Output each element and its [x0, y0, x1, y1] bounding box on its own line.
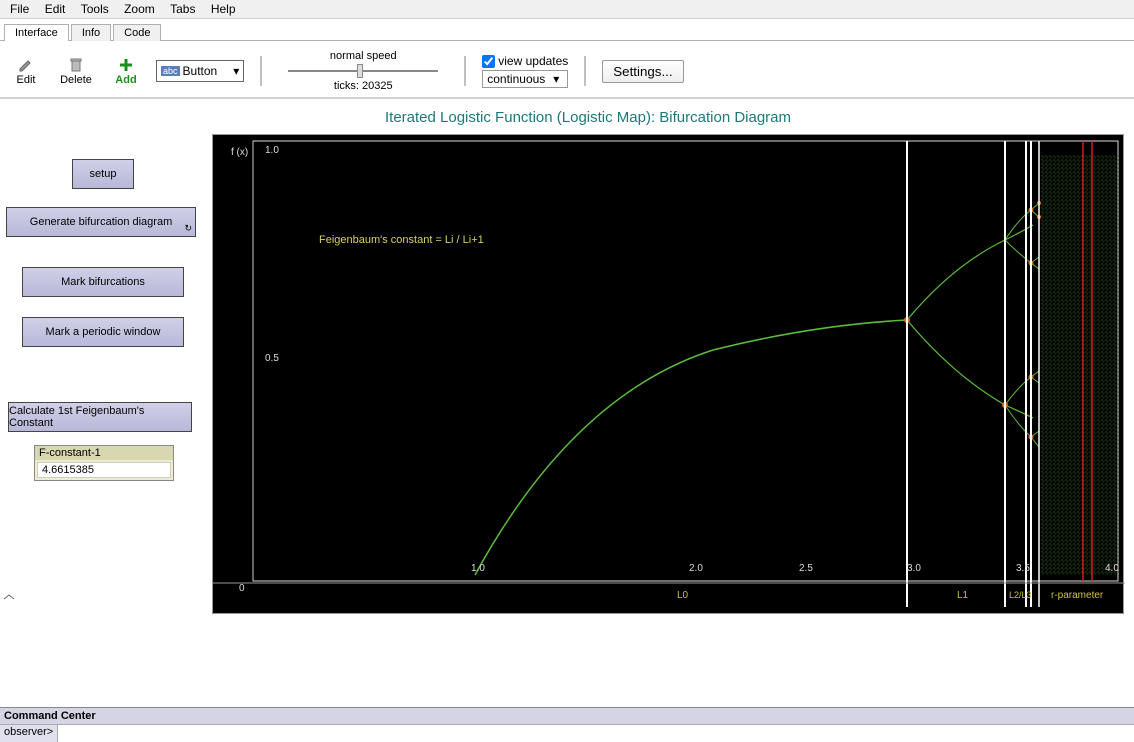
svg-text:r-parameter: r-parameter	[1051, 590, 1104, 601]
button-glyph-icon: abc	[161, 66, 180, 76]
observer-prompt: observer>	[0, 725, 58, 742]
monitor-value: 4.6615385	[37, 462, 171, 478]
plus-icon	[118, 56, 134, 74]
menu-tools[interactable]: Tools	[75, 0, 115, 18]
speed-slider[interactable]	[288, 64, 438, 78]
chart-title: Iterated Logistic Function (Logistic Map…	[385, 109, 791, 126]
toolbar-edit-button[interactable]: Edit	[6, 56, 46, 86]
menu-tabs[interactable]: Tabs	[164, 0, 201, 18]
command-center-header: Command Center	[0, 707, 1134, 724]
separator	[464, 56, 466, 86]
chevron-down-icon: ▾	[233, 64, 239, 78]
menu-zoom[interactable]: Zoom	[118, 0, 161, 18]
svg-text:L1: L1	[957, 590, 969, 601]
trash-icon	[68, 56, 84, 74]
chevron-down-icon: ▾	[553, 72, 559, 86]
menu-help[interactable]: Help	[205, 0, 242, 18]
calculate-feigenbaum-button[interactable]: Calculate 1st Feigenbaum's Constant	[8, 402, 192, 432]
generate-bifurcation-button[interactable]: Generate bifurcation diagram ↻	[6, 207, 196, 237]
update-mode-select[interactable]: continuous ▾	[482, 70, 568, 88]
menu-edit[interactable]: Edit	[39, 0, 72, 18]
bifurcation-plot: f (x) 1.0 0.5 0 1.0 2.0 2.5 3.0 3.5 4.0 …	[212, 134, 1124, 614]
svg-text:3.0: 3.0	[907, 563, 921, 574]
command-center-grip-icon[interactable]	[2, 593, 16, 601]
svg-text:0: 0	[239, 583, 245, 594]
updates-block: view updates continuous ▾	[482, 54, 568, 88]
menu-file[interactable]: File	[4, 0, 35, 18]
svg-text:Feigenbaum's constant = Li / L: Feigenbaum's constant = Li / Li+1	[319, 234, 484, 246]
svg-text:L0: L0	[677, 590, 689, 601]
tick-counter: ticks: 20325	[334, 80, 393, 92]
tab-info[interactable]: Info	[71, 24, 111, 41]
svg-text:2.5: 2.5	[799, 563, 813, 574]
menubar: File Edit Tools Zoom Tabs Help	[0, 0, 1134, 19]
svg-text:4.0: 4.0	[1105, 563, 1119, 574]
svg-text:0.5: 0.5	[265, 353, 279, 364]
tab-code[interactable]: Code	[113, 24, 161, 41]
forever-arrows-icon: ↻	[184, 223, 192, 234]
speed-block: normal speed ticks: 20325	[278, 50, 448, 92]
toolbar: Edit Delete Add abc Button ▾ normal spee…	[0, 41, 1134, 99]
toolbar-delete-button[interactable]: Delete	[56, 56, 96, 86]
svg-text:1.0: 1.0	[471, 563, 485, 574]
svg-text:2.0: 2.0	[689, 563, 703, 574]
workspace: Iterated Logistic Function (Logistic Map…	[0, 99, 1134, 659]
toolbar-add-button[interactable]: Add	[106, 56, 146, 86]
monitor-title: F-constant-1	[35, 446, 173, 460]
svg-text:f (x): f (x)	[231, 147, 248, 158]
mark-periodic-window-button[interactable]: Mark a periodic window	[22, 317, 184, 347]
setup-button[interactable]: setup	[72, 159, 134, 189]
pencil-icon	[18, 56, 34, 74]
separator	[584, 56, 586, 86]
f-constant-monitor: F-constant-1 4.6615385	[34, 445, 174, 481]
separator	[260, 56, 262, 86]
tabbar: Interface Info Code	[0, 19, 1134, 41]
mark-bifurcations-button[interactable]: Mark bifurcations	[22, 267, 184, 297]
view-updates-checkbox[interactable]: view updates	[482, 54, 568, 68]
element-type-select[interactable]: abc Button ▾	[156, 60, 244, 82]
svg-text:L2/L3: L2/L3	[1009, 590, 1032, 600]
tab-interface[interactable]: Interface	[4, 24, 69, 41]
settings-button[interactable]: Settings...	[602, 60, 683, 83]
speed-label: normal speed	[330, 50, 397, 62]
observer-line: observer>	[0, 724, 1134, 742]
svg-text:1.0: 1.0	[265, 145, 279, 156]
svg-text:3.5: 3.5	[1016, 563, 1030, 574]
observer-input[interactable]	[58, 725, 1134, 742]
